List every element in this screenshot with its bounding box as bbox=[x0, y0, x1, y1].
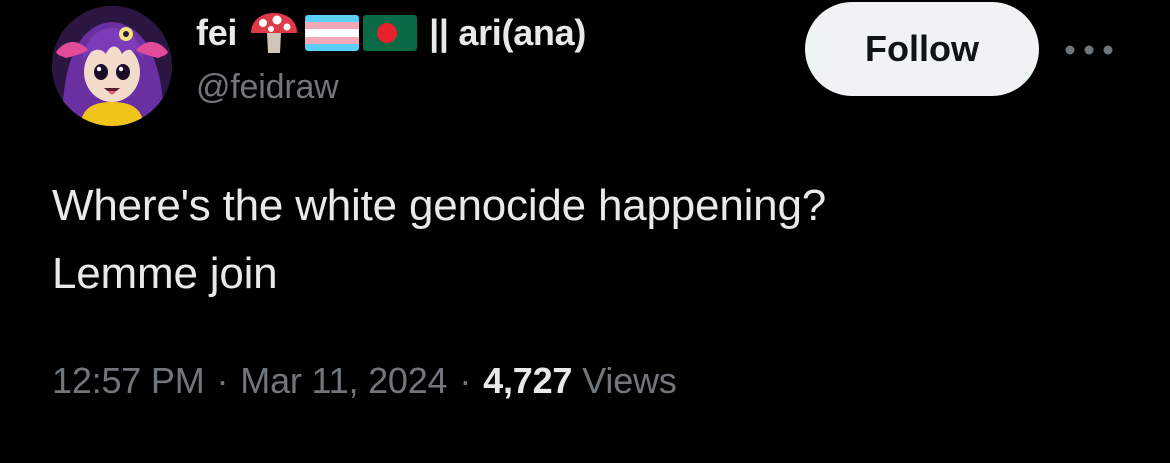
views-label: Views bbox=[582, 360, 677, 401]
tweet-text: Where's the white genocide happening? Le… bbox=[52, 172, 1132, 308]
author-display-name[interactable]: fei bbox=[196, 12, 237, 54]
tweet-text-line: Where's the white genocide happening? bbox=[52, 181, 826, 230]
tweet-meta: 12:57 PM · Mar 11, 2024 · 4,727 Views bbox=[52, 360, 677, 402]
tweet: fei || ari(ana) @feidraw Follow Where's … bbox=[0, 0, 1170, 463]
more-options-button[interactable] bbox=[1060, 30, 1118, 70]
tweet-text-line: Lemme join bbox=[52, 249, 278, 298]
author-name-emojis bbox=[247, 11, 418, 55]
author-name-row: fei || ari(ana) bbox=[196, 8, 586, 58]
avatar[interactable] bbox=[52, 6, 172, 126]
author-handle[interactable]: @feidraw bbox=[196, 68, 339, 107]
meta-separator: · bbox=[459, 360, 472, 401]
tweet-time[interactable]: 12:57 PM bbox=[52, 360, 205, 402]
follow-button[interactable]: Follow bbox=[805, 2, 1039, 96]
mushroom-emoji-icon bbox=[251, 13, 298, 53]
bangladesh-flag-emoji-icon bbox=[363, 15, 418, 51]
transgender-flag-emoji-icon bbox=[305, 15, 360, 51]
more-horizontal-icon bbox=[1065, 45, 1113, 55]
views-count[interactable]: 4,727 bbox=[483, 360, 572, 402]
author-name-suffix: || ari(ana) bbox=[429, 12, 587, 53]
anime-girl-avatar-icon bbox=[52, 6, 172, 126]
meta-separator: · bbox=[216, 360, 229, 401]
tweet-date[interactable]: Mar 11, 2024 bbox=[240, 360, 447, 402]
